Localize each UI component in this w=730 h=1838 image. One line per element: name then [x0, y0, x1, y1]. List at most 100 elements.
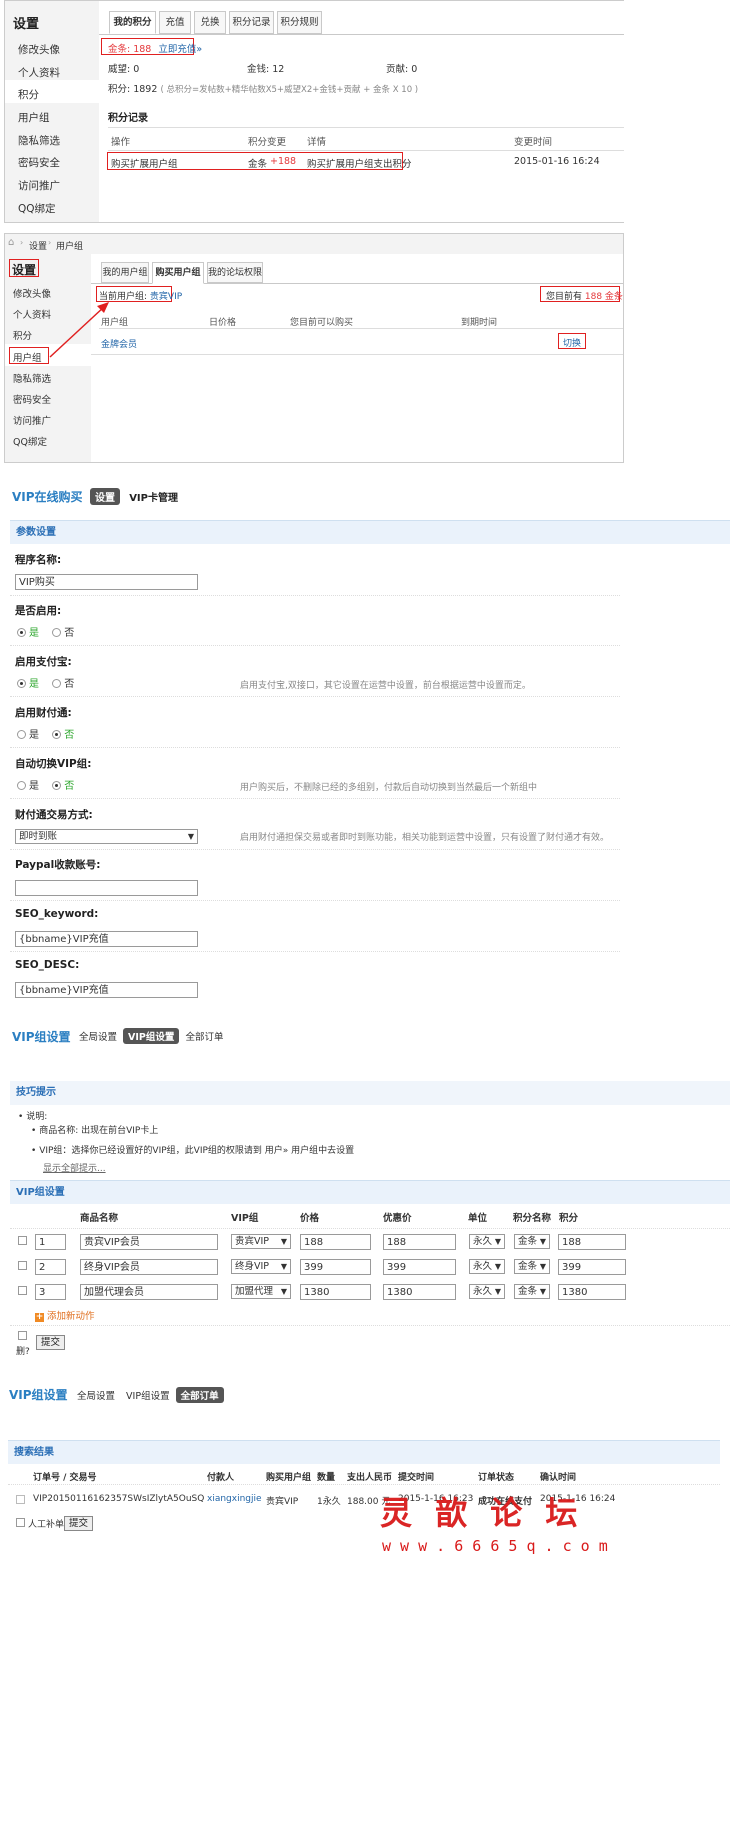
row-checkbox[interactable] [18, 1286, 27, 1295]
row-sale-input[interactable]: 399 [383, 1259, 456, 1275]
sidebar-item-usergroup[interactable]: 用户组 [13, 350, 42, 364]
row-payer[interactable]: xiangxingjie [207, 1494, 262, 1504]
submit-button[interactable]: 提交 [36, 1335, 66, 1350]
section-all-orders: VIP组设置 全局设置 VIP组设置 全部订单 搜索结果 订单号 / 交易号 付… [0, 1378, 730, 1558]
current-group-value[interactable]: 贵宾VIP [150, 292, 182, 302]
tab-forum-permissions[interactable]: 我的论坛权限 [207, 262, 263, 283]
alipay-no-radio[interactable] [52, 679, 62, 688]
row-unit-select[interactable]: 永久 ▼ [469, 1259, 505, 1274]
row-credit-input[interactable]: 1380 [558, 1284, 626, 1300]
sidebar-item-usergroup[interactable]: 用户组 [18, 110, 50, 125]
tab-vip-group-settings[interactable]: VIP组设置 [126, 1391, 170, 1402]
seo-keyword-label: SEO_keyword: [15, 908, 99, 920]
tenpay-no-radio[interactable] [52, 730, 62, 739]
col-time: 变更时间 [514, 137, 553, 148]
home-icon[interactable]: ⌂ [8, 237, 14, 248]
tab-settings[interactable]: 设置 [90, 488, 120, 505]
row-order-input[interactable]: 1 [35, 1234, 66, 1250]
sidebar-item-profile[interactable]: 个人资料 [18, 65, 60, 80]
sidebar-item-password[interactable]: 密码安全 [13, 392, 51, 406]
row-name-input[interactable]: 终身VIP会员 [80, 1259, 218, 1275]
row-credit-input[interactable]: 399 [558, 1259, 626, 1275]
program-name-input[interactable]: VIP购买 [15, 574, 198, 590]
tab-global-settings[interactable]: 全局设置 [77, 1391, 115, 1402]
seo-keyword-input[interactable]: {bbname}VIP充值 [15, 931, 198, 947]
switch-button[interactable]: 切换 [563, 336, 581, 349]
row-sale-input[interactable]: 1380 [383, 1284, 456, 1300]
recharge-link[interactable]: 立即充值» [158, 44, 202, 55]
enable-no-radio[interactable] [52, 628, 62, 637]
enable-yes-radio[interactable] [17, 628, 26, 637]
vip-group-title: VIP组设置 [12, 1030, 71, 1044]
tip-vip-group: VIP组：选择你已经设置好的VIP组，此VIP组的权限请到 用户» 用户组中去设… [39, 1146, 355, 1156]
sidebar-item-credits[interactable]: 积分 [18, 87, 39, 102]
alipay-yes-radio[interactable] [17, 679, 26, 688]
add-action-link[interactable]: + 添加新动作 [35, 1308, 95, 1322]
row-price-input[interactable]: 1380 [300, 1284, 371, 1300]
breadcrumb-usergroup[interactable]: 用户组 [56, 239, 83, 252]
row-order-input[interactable]: 2 [35, 1259, 66, 1275]
row-credit-name-select[interactable]: 金条 ▼ [514, 1284, 550, 1299]
row-name-input[interactable]: 贵宾VIP会员 [80, 1234, 218, 1250]
dropdown-arrow-icon: ▼ [539, 1237, 546, 1246]
tab-all-orders[interactable]: 全部订单 [185, 1032, 223, 1043]
row-price-input[interactable]: 399 [300, 1259, 371, 1275]
paypal-input[interactable] [15, 880, 198, 896]
row-group-select[interactable]: 加盟代理 ▼ [231, 1284, 291, 1299]
sidebar-item-promotion[interactable]: 访问推广 [18, 178, 60, 193]
tab-exchange[interactable]: 兑换 [194, 11, 226, 34]
seo-desc-input[interactable]: {bbname}VIP充值 [15, 982, 198, 998]
row-group-select[interactable]: 终身VIP ▼ [231, 1259, 291, 1274]
sidebar-item-qq[interactable]: QQ绑定 [13, 434, 47, 448]
sidebar-item-credits[interactable]: 积分 [13, 328, 32, 342]
sidebar: 设置 修改头像 个人资料 积分 用户组 隐私筛选 密码安全 访问推广 QQ绑定 [5, 1, 99, 222]
tab-buy-usergroup[interactable]: 购买用户组 [152, 262, 204, 284]
row-group-select[interactable]: 贵宾VIP ▼ [231, 1234, 291, 1249]
row-unit-select[interactable]: 永久 ▼ [469, 1284, 505, 1299]
row-price-input[interactable]: 188 [300, 1234, 371, 1250]
sidebar-item-privacy[interactable]: 隐私筛选 [13, 371, 51, 385]
table-row: 1 贵宾VIP会员 贵宾VIP ▼ 188 188 永久 ▼ 金条 ▼ 188 [0, 1232, 730, 1257]
sidebar-item-privacy[interactable]: 隐私筛选 [18, 133, 60, 148]
tab-all-orders[interactable]: 全部订单 [175, 1387, 224, 1403]
row-credit-input[interactable]: 188 [558, 1234, 626, 1250]
row-unit-select[interactable]: 永久 ▼ [469, 1234, 505, 1249]
manual-order-checkbox[interactable] [16, 1518, 25, 1527]
auto-switch-no-radio[interactable] [52, 781, 62, 790]
sidebar-item-avatar[interactable]: 修改头像 [18, 42, 60, 57]
tenpay-mode-select[interactable]: 即时到账 ▼ [15, 829, 198, 844]
tab-vip-card[interactable]: VIP卡管理 [129, 493, 178, 504]
row-credit-name-select[interactable]: 金条 ▼ [514, 1259, 550, 1274]
row-checkbox[interactable] [18, 1261, 27, 1270]
section-my-credits: 设置 修改头像 个人资料 积分 用户组 隐私筛选 密码安全 访问推广 QQ绑定 … [4, 0, 624, 223]
tab-my-credits[interactable]: 我的积分 [109, 11, 156, 34]
row-order-input[interactable]: 3 [35, 1284, 66, 1300]
sidebar-item-password[interactable]: 密码安全 [18, 155, 60, 170]
tab-global-settings[interactable]: 全局设置 [79, 1032, 117, 1043]
tab-recharge[interactable]: 充值 [159, 11, 191, 34]
show-all-tips-link[interactable]: 显示全部提示... [43, 1161, 106, 1174]
row-credit-name-select[interactable]: 金条 ▼ [514, 1234, 550, 1249]
auto-switch-yes-radio[interactable] [17, 781, 26, 790]
sidebar-item-qq[interactable]: QQ绑定 [18, 201, 56, 216]
delete-all-checkbox[interactable] [18, 1331, 27, 1340]
paypal-label: Paypal收款账号: [15, 859, 101, 871]
jifen-total: 积分: 1892 [108, 84, 158, 95]
row-name-input[interactable]: 加盟代理会员 [80, 1284, 218, 1300]
col-credit-name: 积分名称 [513, 1213, 552, 1224]
row-sale-input[interactable]: 188 [383, 1234, 456, 1250]
row-checkbox[interactable] [18, 1236, 27, 1245]
row-unit-value: 永久 [473, 1236, 493, 1247]
sidebar-item-avatar[interactable]: 修改头像 [13, 286, 51, 300]
bullet-icon: • [18, 1112, 24, 1122]
tab-credit-rules[interactable]: 积分规则 [277, 11, 322, 34]
tab-vip-group-settings[interactable]: VIP组设置 [123, 1028, 180, 1044]
tab-my-usergroup[interactable]: 我的用户组 [101, 262, 149, 283]
breadcrumb-settings[interactable]: 设置 [29, 239, 47, 252]
submit-button[interactable]: 提交 [64, 1516, 94, 1531]
row-checkbox[interactable] [16, 1495, 25, 1504]
tenpay-yes-radio[interactable] [17, 730, 26, 739]
tab-credit-log[interactable]: 积分记录 [229, 11, 274, 34]
breadcrumb-sep-icon: › [48, 238, 52, 247]
sidebar-item-promotion[interactable]: 访问推广 [13, 413, 51, 427]
